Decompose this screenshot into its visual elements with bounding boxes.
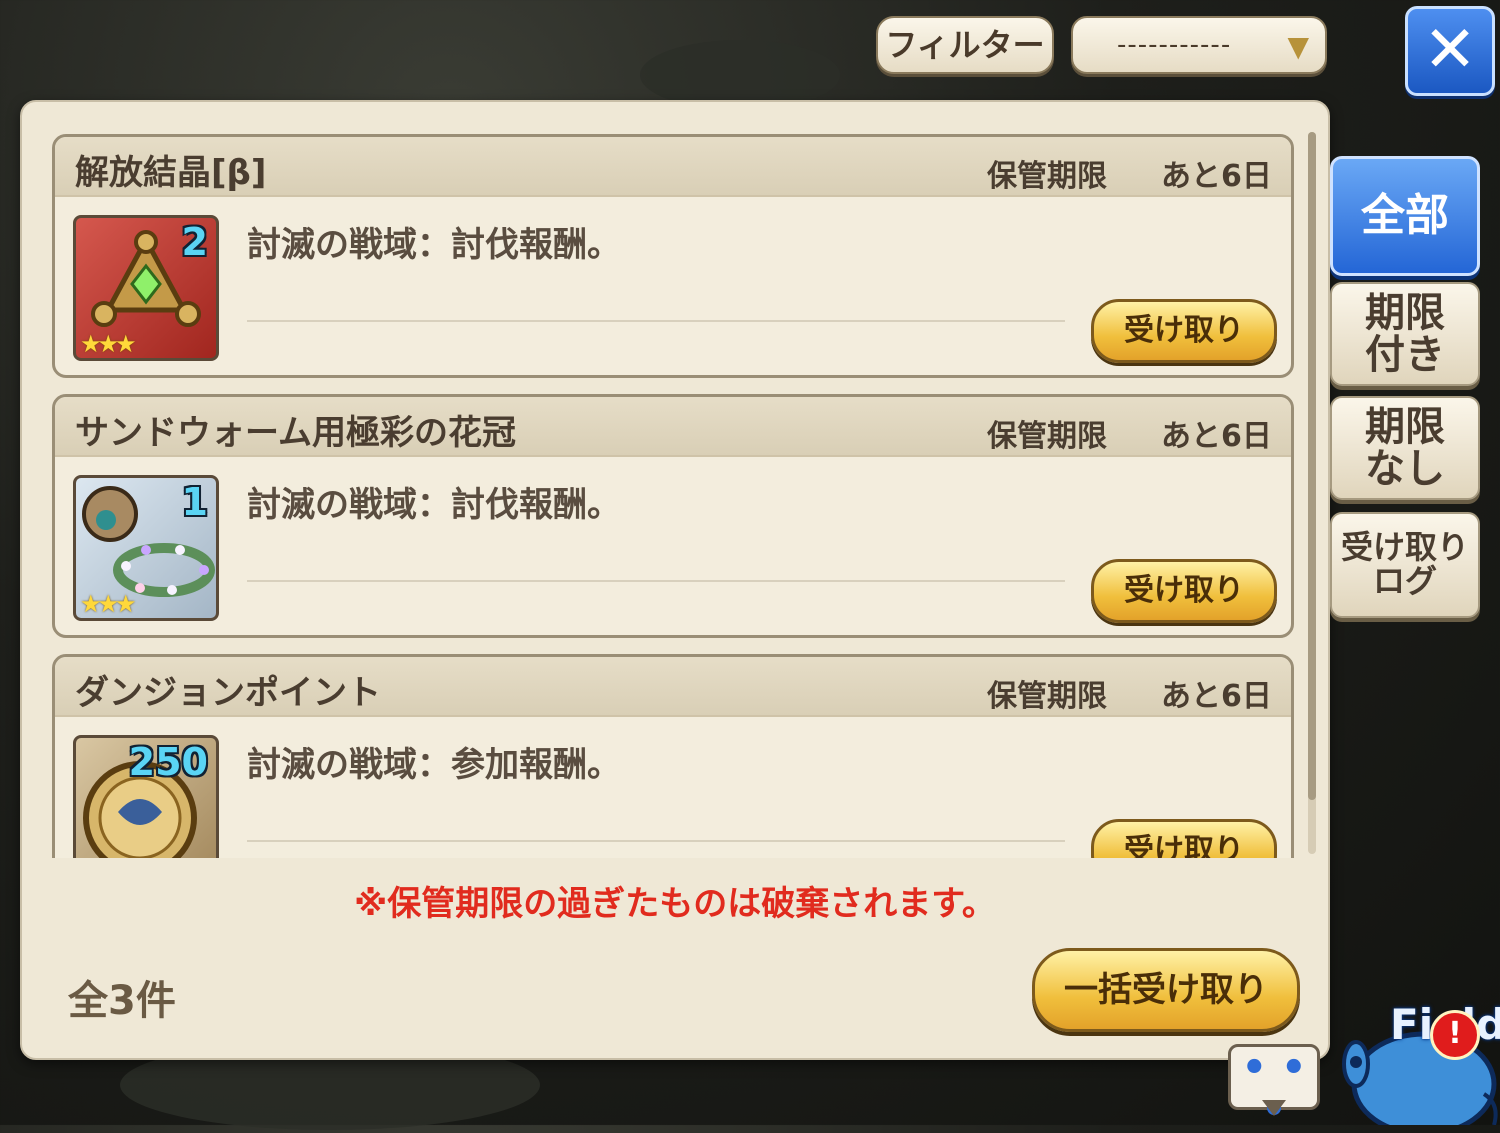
list-item: ダンジョンポイント 保管期限 あと6日 250 討滅の戦域：参加報酬。 受け取り xyxy=(52,654,1294,858)
expiry-label: 保管期限 xyxy=(987,159,1107,194)
expiry-label: 保管期限 xyxy=(987,679,1107,714)
item-header: 解放結晶[β] 保管期限 あと6日 xyxy=(55,137,1291,197)
rarity-stars: ★★★ xyxy=(80,590,137,618)
receive-button[interactable]: 受け取り xyxy=(1091,559,1277,623)
filter-dropdown-value: ----------- xyxy=(1117,30,1232,60)
crystal-amulet-icon[interactable]: 2 ★★★ xyxy=(73,215,219,361)
divider xyxy=(247,320,1065,322)
tab-all[interactable]: 全部 xyxy=(1330,156,1480,276)
item-name: サンドウォーム用極彩の花冠 xyxy=(75,413,516,453)
divider xyxy=(247,840,1065,842)
alert-icon: ! xyxy=(1430,1010,1480,1060)
list-item: 解放結晶[β] 保管期限 あと6日 2 ★★★ 討滅の戦域：討伐報酬。 受け取り xyxy=(52,134,1294,378)
chevron-down-icon: ▼ xyxy=(1287,30,1309,63)
ellipsis-icon: • • • xyxy=(1241,1045,1307,1133)
item-quantity: 250 xyxy=(128,740,208,784)
expiry-value: あと6日 xyxy=(1161,679,1272,714)
item-header: ダンジョンポイント 保管期限 あと6日 xyxy=(55,657,1291,717)
filter-dropdown[interactable]: ----------- ▼ xyxy=(1071,16,1327,74)
item-description: 討滅の戦域：討伐報酬。 xyxy=(247,225,621,265)
receive-button[interactable]: 受け取り xyxy=(1091,299,1277,363)
item-count: 全3件 xyxy=(68,978,176,1024)
expiry-label: 保管期限 xyxy=(987,419,1107,454)
filter-button[interactable]: フィルター xyxy=(876,16,1054,74)
rarity-stars: ★★★ xyxy=(80,330,137,358)
dungeon-coin-icon[interactable]: 250 xyxy=(73,735,219,858)
item-quantity: 1 xyxy=(181,480,208,524)
scrollbar-thumb[interactable] xyxy=(1308,132,1316,800)
item-list[interactable]: 解放結晶[β] 保管期限 あと6日 2 ★★★ 討滅の戦域：討伐報酬。 受け取り xyxy=(52,132,1302,858)
chat-bubble-tail xyxy=(1262,1100,1286,1116)
list-item: サンドウォーム用極彩の花冠 保管期限 あと6日 1 ★★★ 討滅の戦域：討伐報酬… xyxy=(52,394,1294,638)
tab-label: 受け取り ログ xyxy=(1340,528,1469,600)
divider xyxy=(247,580,1065,582)
present-box-panel: 解放結晶[β] 保管期限 あと6日 2 ★★★ 討滅の戦域：討伐報酬。 受け取り xyxy=(20,100,1330,1060)
expiry-value: あと6日 xyxy=(1161,159,1272,194)
receive-button[interactable]: 受け取り xyxy=(1091,819,1277,858)
item-header: サンドウォーム用極彩の花冠 保管期限 あと6日 xyxy=(55,397,1291,457)
bulk-receive-button[interactable]: 一括受け取り xyxy=(1032,948,1300,1032)
tab-label: 期限 付き xyxy=(1365,290,1445,378)
tab-limited[interactable]: 期限 付き xyxy=(1330,282,1480,386)
expiry-value: あと6日 xyxy=(1161,419,1272,454)
item-name: ダンジョンポイント xyxy=(75,673,381,713)
tab-receive-log[interactable]: 受け取り ログ xyxy=(1330,512,1480,618)
tab-unlimited[interactable]: 期限 なし xyxy=(1330,396,1480,500)
item-quantity: 2 xyxy=(181,220,208,264)
item-description: 討滅の戦域：参加報酬。 xyxy=(247,745,621,785)
item-name: 解放結晶[β] xyxy=(75,153,267,193)
tab-label: 期限 なし xyxy=(1365,404,1445,492)
close-icon: ✕ xyxy=(1423,13,1477,87)
tab-label: 全部 xyxy=(1361,189,1449,241)
alert-symbol: ! xyxy=(1448,1016,1462,1051)
item-description: 討滅の戦域：討伐報酬。 xyxy=(247,485,621,525)
close-button[interactable]: ✕ xyxy=(1405,6,1495,96)
flower-crown-icon[interactable]: 1 ★★★ xyxy=(73,475,219,621)
expiry-warning: ※保管期限の過ぎたものは破棄されます。 xyxy=(354,884,996,924)
